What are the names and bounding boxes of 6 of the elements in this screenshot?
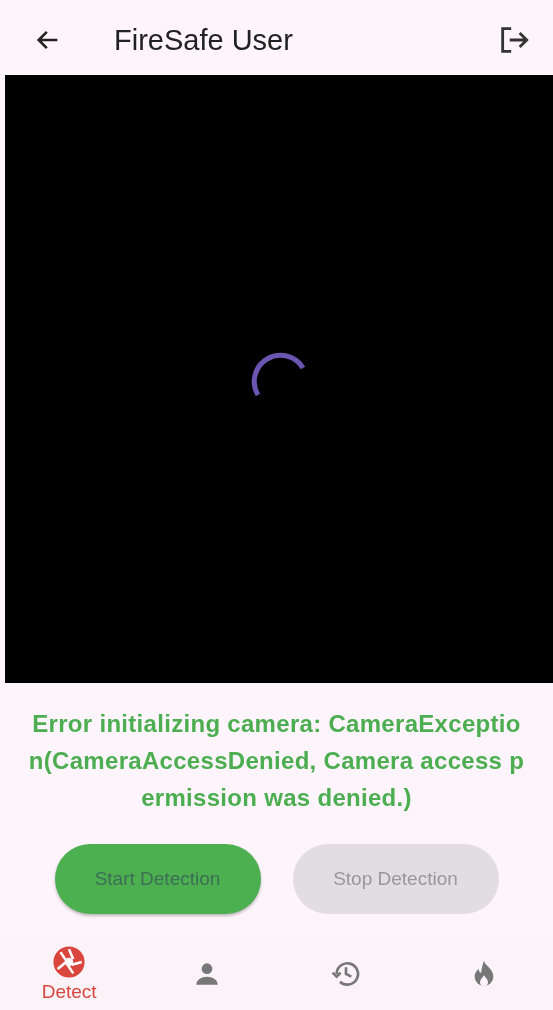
nav-label: Detect [41,981,97,1003]
start-detection-button[interactable]: Start Detection [54,844,261,914]
error-message: Error initializing camera: CameraException(CameraAccessDenied, Camera access permission was denied.) [27,709,526,813]
camera-shutter-icon [52,945,87,979]
app-title: FireSafe User [114,23,294,57]
nav-detect-tab[interactable]: Detect [0,938,139,1010]
